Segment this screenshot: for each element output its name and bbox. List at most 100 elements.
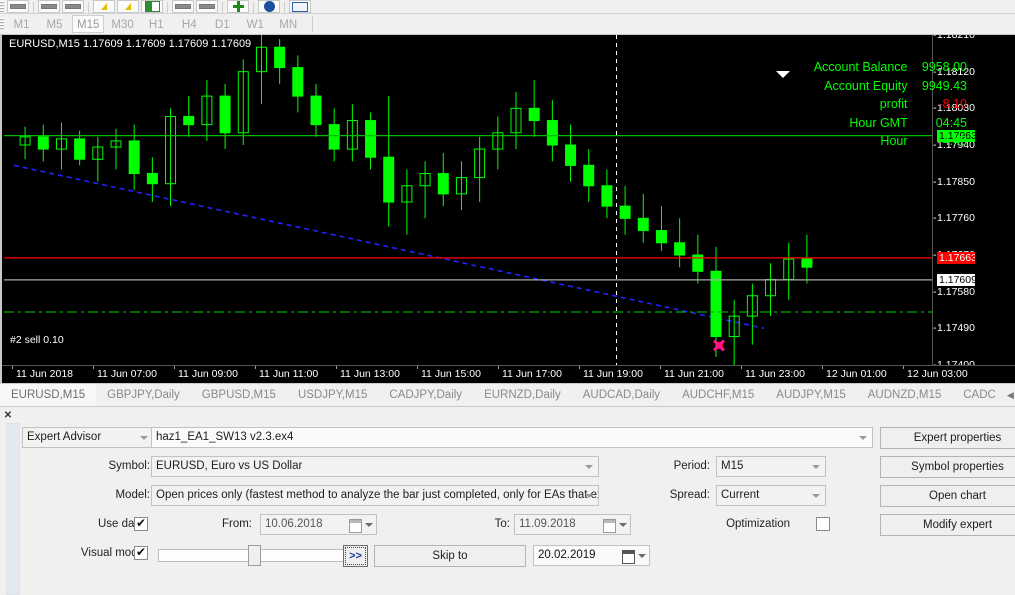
fast-forward-button[interactable]: >>	[343, 545, 368, 567]
bar-icon	[10, 4, 26, 9]
terminal-button[interactable]	[289, 0, 311, 13]
tester-sidebar[interactable]	[6, 423, 20, 595]
candle-body	[38, 137, 48, 149]
new-order-button[interactable]	[227, 0, 249, 13]
account-row-label: Account Balance	[814, 60, 908, 74]
toolbar-bar-4-button[interactable]	[172, 0, 194, 13]
chart-title: EURUSD,M15 1.17609 1.17609 1.17609 1.176…	[9, 38, 251, 50]
calendar-icon[interactable]	[349, 519, 362, 533]
time-axis[interactable]: 11 Jun 201811 Jun 07:0011 Jun 09:0011 Ju…	[2, 365, 1015, 383]
spread-select[interactable]: Current	[716, 485, 826, 506]
use-date-checkbox[interactable]	[134, 517, 148, 531]
chart-canvas[interactable]: EURUSD,M15 1.17609 1.17609 1.17609 1.176…	[4, 35, 975, 365]
account-row-label: Account Equity	[824, 79, 907, 93]
chart-tab[interactable]: AUDJPY,M15	[765, 384, 856, 406]
chart-panel[interactable]: EURUSD,M15 1.17609 1.17609 1.17609 1.176…	[0, 35, 1015, 383]
open-chart-button[interactable]: Open chart	[880, 485, 1015, 507]
chart-tab[interactable]: CADJPY,Daily	[378, 384, 473, 406]
chevron-down-icon[interactable]	[365, 523, 373, 527]
timeframe-m15[interactable]: M15	[72, 15, 104, 33]
chart-tab[interactable]: GBPUSD,M15	[191, 384, 287, 406]
rect-blue-icon	[292, 2, 308, 12]
model-select[interactable]: Open prices only (fastest method to anal…	[151, 485, 599, 506]
period-select-value: M15	[721, 460, 743, 472]
bar-icon	[175, 4, 191, 9]
chevron-down-icon	[585, 494, 593, 498]
toolbar-grip[interactable]	[0, 1, 4, 13]
chart-tab[interactable]: AUDCHF,M15	[671, 384, 765, 406]
timeframe-mn[interactable]: MN	[273, 15, 304, 33]
chevron-left-icon[interactable]: ◀	[1007, 390, 1014, 401]
price-axis-badge-order-price: 1.17663	[937, 252, 975, 264]
candle-body	[220, 96, 230, 133]
account-row-value: 9949.43	[911, 77, 967, 96]
spread-label: Spread:	[642, 485, 710, 506]
model-select-value: Open prices only (fastest method to anal…	[156, 489, 599, 501]
from-date-field[interactable]: 10.06.2018	[260, 514, 377, 535]
period-select[interactable]: M15	[716, 456, 826, 477]
symbol-select[interactable]: EURUSD, Euro vs US Dollar	[151, 456, 599, 477]
timeframe-m1[interactable]: M1	[6, 15, 37, 33]
toolbar-bar-2-button[interactable]	[38, 0, 60, 13]
timeframe-d1[interactable]: D1	[207, 15, 238, 33]
chart-tab[interactable]: AUDCAD,Daily	[572, 384, 671, 406]
candle-body	[311, 96, 321, 125]
chart-tab[interactable]: EURUSD,M15	[0, 384, 96, 406]
time-axis-tick: 11 Jun 11:00	[259, 368, 318, 380]
strategy-tester-panel: ✕ Expert Advisor haz1_EA1_SW13 v2.3.ex4 …	[0, 407, 1015, 595]
toolbar-bar-1-button[interactable]	[7, 0, 29, 13]
candle-body	[147, 174, 157, 184]
chevron-down-icon[interactable]	[619, 523, 627, 527]
timeframe-w1[interactable]: W1	[240, 15, 271, 33]
candle-body	[529, 108, 539, 120]
time-axis-tick: 11 Jun 13:00	[340, 368, 400, 380]
chart-tab[interactable]: CADC	[952, 384, 1007, 406]
time-axis-tick: 12 Jun 03:00	[907, 368, 968, 380]
window-split-button[interactable]	[141, 0, 163, 13]
sell-order-marker-icon[interactable]	[712, 339, 726, 353]
timeframe-m5[interactable]: M5	[39, 15, 70, 33]
modify-expert-button[interactable]: Modify expert	[880, 514, 1015, 536]
toolbar-separator	[167, 2, 168, 13]
expert-properties-button[interactable]: Expert properties	[880, 427, 1015, 449]
chevron-down-icon[interactable]	[638, 554, 646, 558]
visual-mode-checkbox[interactable]	[134, 546, 148, 560]
calendar-icon[interactable]	[603, 519, 616, 533]
toolbar-bar-5-button[interactable]	[196, 0, 218, 13]
tester-type-select[interactable]: Expert Advisor	[22, 427, 154, 448]
close-icon[interactable]: ✕	[2, 410, 14, 422]
account-row: profit -8.10	[814, 95, 967, 114]
main-toolbar	[0, 0, 1015, 14]
symbol-properties-button[interactable]: Symbol properties	[880, 456, 1015, 478]
time-axis-tick: 11 Jun 07:00	[97, 368, 157, 380]
skip-to-date-field[interactable]: 20.02.2019	[533, 545, 650, 566]
candle-body	[366, 121, 376, 158]
timeframe-h4[interactable]: H4	[174, 15, 205, 33]
timeframe-h1[interactable]: H1	[141, 15, 172, 33]
time-axis-tick: 11 Jun 23:00	[745, 368, 805, 380]
chart-tab[interactable]: GBPJPY,Daily	[96, 384, 191, 406]
timeframe-m30[interactable]: M30	[106, 15, 138, 33]
chevron-down-icon	[585, 465, 593, 469]
to-date-field[interactable]: 11.09.2018	[514, 514, 631, 535]
crosshair-button[interactable]	[93, 0, 115, 13]
chart-tab[interactable]: USDJPY,M15	[287, 384, 378, 406]
chart-tab[interactable]: EURNZD,Daily	[473, 384, 572, 406]
bar-icon	[65, 4, 81, 9]
expert-file-select[interactable]: haz1_EA1_SW13 v2.3.ex4	[151, 427, 873, 448]
visual-speed-slider-thumb[interactable]	[248, 545, 261, 566]
optimization-checkbox[interactable]	[816, 517, 830, 531]
candle-body	[584, 165, 594, 185]
autotrading-button[interactable]	[258, 0, 280, 13]
calendar-icon[interactable]	[622, 550, 635, 564]
skip-to-button[interactable]: Skip to	[374, 545, 526, 567]
timeframe-grip[interactable]	[0, 18, 4, 30]
account-row-value: 9958.00	[911, 58, 967, 77]
cursor-button[interactable]	[117, 0, 139, 13]
time-axis-tickmark	[822, 366, 823, 369]
account-row: Account Equity 9949.43	[814, 77, 967, 96]
time-axis-tickmark	[498, 366, 499, 369]
toolbar-bar-3-button[interactable]	[62, 0, 84, 13]
chart-tabs[interactable]: EURUSD,M15GBPJPY,DailyGBPUSD,M15USDJPY,M…	[0, 383, 1015, 407]
chart-tab[interactable]: AUDNZD,M15	[857, 384, 952, 406]
